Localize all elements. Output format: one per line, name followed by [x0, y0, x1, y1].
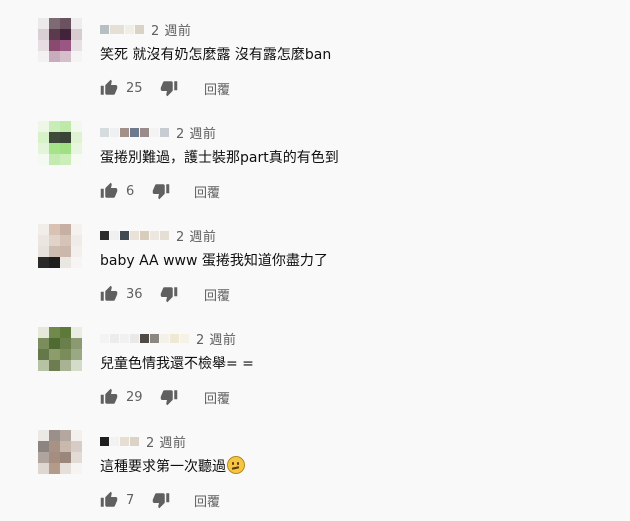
comment-actions: 36 回覆 [100, 284, 230, 304]
author-name[interactable] [100, 333, 190, 343]
author-name[interactable] [100, 127, 170, 137]
like-count: 25 [126, 80, 143, 96]
avatar[interactable] [38, 430, 82, 474]
comment-text: 蛋捲別難過，護士裝那part真的有色到 [100, 150, 339, 166]
reply-button[interactable]: 回覆 [204, 388, 230, 407]
comment-header: 2 週前 [100, 432, 186, 451]
like-count: 36 [126, 286, 143, 302]
thumb-up-icon[interactable] [100, 388, 118, 406]
comment-header: 2 週前 [100, 123, 216, 142]
comment-actions: 29 回覆 [100, 387, 230, 407]
reply-button[interactable]: 回覆 [204, 79, 230, 98]
like-count: 29 [126, 389, 143, 405]
author-name[interactable] [100, 230, 170, 240]
comment-text-content: 這種要求第一次聽過 [100, 459, 226, 475]
thumb-down-icon[interactable] [160, 79, 178, 97]
thumb-down-icon[interactable] [152, 491, 170, 509]
comment-header: 2 週前 [100, 329, 236, 348]
avatar[interactable] [38, 327, 82, 371]
thumb-down-icon[interactable] [160, 285, 178, 303]
comment-text: 這種要求第一次聽過 [100, 456, 245, 476]
comment-text: 笑死 就沒有奶怎麼露 沒有露怎麼ban [100, 47, 332, 63]
comment-item: 2 週前 這種要求第一次聽過 7 回覆 [0, 412, 630, 515]
comment-header: 2 週前 [100, 20, 191, 39]
thumb-up-icon[interactable] [100, 79, 118, 97]
thumb-up-icon[interactable] [100, 491, 118, 509]
comment-item: 2 週前 蛋捲別難過，護士裝那part真的有色到 6 回覆 [0, 103, 630, 206]
comment-timestamp[interactable]: 2 週前 [146, 432, 186, 451]
thinking-face-emoji [227, 456, 245, 474]
thumb-up-icon[interactable] [100, 285, 118, 303]
reply-button[interactable]: 回覆 [194, 491, 220, 510]
comment-text: baby AA www 蛋捲我知道你盡力了 [100, 253, 328, 269]
comment-timestamp[interactable]: 2 週前 [176, 226, 216, 245]
comment-text: 兒童色情我還不檢舉= = [100, 356, 254, 372]
comment-header: 2 週前 [100, 226, 216, 245]
comment-timestamp[interactable]: 2 週前 [196, 329, 236, 348]
comment-item: 2 週前 兒童色情我還不檢舉= = 29 回覆 [0, 309, 630, 412]
comment-actions: 7 回覆 [100, 490, 220, 510]
comment-actions: 25 回覆 [100, 78, 230, 98]
avatar[interactable] [38, 18, 82, 62]
comment-actions: 6 回覆 [100, 181, 220, 201]
like-count: 6 [126, 183, 135, 199]
comment-item: 2 週前 baby AA www 蛋捲我知道你盡力了 36 回覆 [0, 206, 630, 309]
thumb-down-icon[interactable] [152, 182, 170, 200]
author-name[interactable] [100, 24, 145, 34]
comment-timestamp[interactable]: 2 週前 [151, 20, 191, 39]
avatar[interactable] [38, 224, 82, 268]
thumb-down-icon[interactable] [160, 388, 178, 406]
author-name[interactable] [100, 436, 140, 446]
reply-button[interactable]: 回覆 [204, 285, 230, 304]
comment-item: 2 週前 笑死 就沒有奶怎麼露 沒有露怎麼ban 25 回覆 [0, 0, 630, 103]
avatar[interactable] [38, 121, 82, 165]
like-count: 7 [126, 492, 135, 508]
thumb-up-icon[interactable] [100, 182, 118, 200]
reply-button[interactable]: 回覆 [194, 182, 220, 201]
comment-timestamp[interactable]: 2 週前 [176, 123, 216, 142]
